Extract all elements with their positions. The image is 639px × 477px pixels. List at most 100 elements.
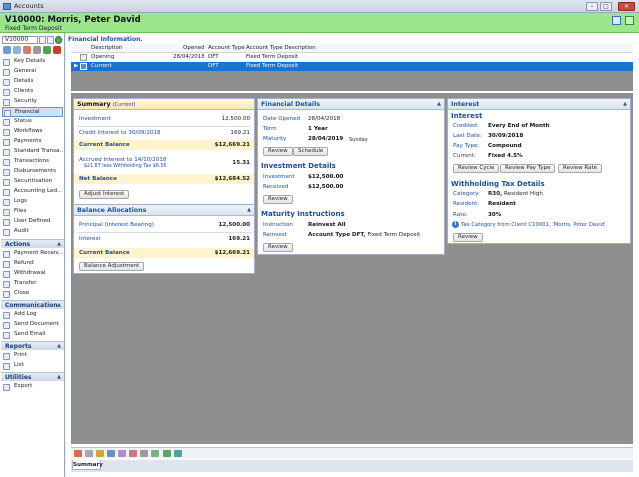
current-rate-label: Current:	[453, 153, 476, 159]
delete-icon[interactable]	[53, 46, 61, 54]
review-pay-type-button[interactable]: Review Pay Type	[500, 164, 556, 173]
col-account-type-desc[interactable]: Account Type Description	[244, 44, 334, 53]
refresh-icon[interactable]	[3, 46, 11, 54]
balance-adjustment-button[interactable]: Balance Adjustment	[79, 262, 145, 271]
nav-item-clients[interactable]: Clients	[2, 87, 63, 97]
col-opened[interactable]: Opened	[181, 44, 204, 53]
review-term-button[interactable]: Review	[263, 147, 293, 156]
financial-heading: Financial Information.	[68, 36, 143, 43]
nav-item-label: User Defined	[14, 218, 51, 224]
nav-item-payments[interactable]: Payments	[2, 137, 63, 147]
account-spin-button[interactable]	[39, 36, 46, 44]
nav-item-export[interactable]: Export	[2, 382, 63, 392]
review-cycle-button[interactable]: Review Cycle	[453, 164, 500, 173]
tab-summary[interactable]: Summary	[72, 460, 103, 470]
bank-icon[interactable]	[163, 450, 171, 457]
export-icon[interactable]	[174, 450, 182, 457]
grid-row-opening[interactable]: Opening 28/04/2018 DFT Fixed Term Deposi…	[71, 53, 633, 62]
principal-value: 12,500.00	[218, 222, 251, 228]
nav-item-label: Send Email	[14, 331, 46, 337]
col-account-type[interactable]: Account Type	[206, 44, 246, 53]
collapse-chevron-icon[interactable]: ▲	[623, 99, 627, 110]
col-description[interactable]: Description	[89, 44, 169, 53]
collapse-chevron-icon[interactable]: ▲	[247, 205, 251, 216]
nav-item-securitisation[interactable]: Securitisation	[2, 177, 63, 187]
nav-item-standard-transa[interactable]: Standard Transa...	[2, 147, 63, 157]
collapse-chevron-icon[interactable]: ▲	[57, 240, 61, 249]
help-icon[interactable]	[612, 16, 621, 25]
nav-item-general[interactable]: General	[2, 67, 63, 77]
grid-empty-area	[71, 71, 633, 91]
grid-row-current[interactable]: ▶ Current DFT Fixed Term Deposit	[71, 62, 633, 71]
collapse-chevron-icon[interactable]: ▲	[57, 301, 61, 310]
nav-item-label: Standard Transa...	[14, 148, 63, 154]
nav-item-payment-receiv[interactable]: Payment Receiv...	[2, 249, 63, 259]
nav-item-financial[interactable]: Financial	[2, 107, 63, 117]
section-utilities[interactable]: Utilities ▲	[1, 372, 64, 381]
section-communication[interactable]: Communication ▲	[1, 300, 64, 309]
collapse-chevron-icon[interactable]: ▲	[437, 99, 441, 110]
pen-icon[interactable]	[33, 46, 41, 54]
review-tax-button[interactable]: Review	[453, 233, 483, 242]
close-button[interactable]: ✕	[618, 2, 635, 11]
search-icon[interactable]	[13, 46, 21, 54]
percent-icon[interactable]	[85, 450, 93, 457]
nav-item-print[interactable]: Print	[2, 351, 63, 361]
nav-item-icon	[3, 250, 10, 258]
percent-alt-icon[interactable]	[140, 450, 148, 457]
nav-item-disbursements[interactable]: Disbursements	[2, 167, 63, 177]
nav-item-key-details[interactable]: Key Details	[2, 57, 63, 67]
nav-item-audit[interactable]: Audit	[2, 227, 63, 237]
nav-item-send-document[interactable]: Send Document	[2, 320, 63, 330]
nav-item-transactions[interactable]: Transactions	[2, 157, 63, 167]
tax-icon[interactable]	[151, 450, 159, 457]
expand-icon[interactable]	[80, 54, 87, 61]
review-rate-button[interactable]: Review Rate	[558, 164, 602, 173]
nav-item-icon	[3, 128, 10, 136]
nav-item-accounting-led[interactable]: Accounting Led...	[2, 187, 63, 197]
nav-item-details[interactable]: Details	[2, 77, 63, 87]
bookmark-icon[interactable]	[625, 16, 634, 25]
nav-item-add-log[interactable]: Add Log	[2, 310, 63, 320]
nav-item-workflows[interactable]: Workflows	[2, 127, 63, 137]
withholding-tax-heading: Withholding Tax Details	[451, 180, 545, 188]
nav-item-refund[interactable]: Refund	[2, 259, 63, 269]
allocation-current-row: Current Balance $12,669.21	[74, 248, 254, 258]
nav-item-logs[interactable]: Logs	[2, 197, 63, 207]
collapse-chevron-icon[interactable]: ▲	[57, 342, 61, 351]
nav-item-list[interactable]: List	[2, 361, 63, 371]
calendar-icon[interactable]	[107, 450, 115, 457]
edit-icon[interactable]	[23, 46, 31, 54]
nav-item-transfer[interactable]: Transfer	[2, 279, 63, 289]
investment-details-heading: Investment Details	[261, 162, 336, 170]
chart-icon[interactable]	[96, 450, 104, 457]
interest-header: Interest ▲	[448, 99, 630, 110]
collapse-icon[interactable]	[80, 63, 87, 70]
nav-item-withdrawal[interactable]: Withdrawal	[2, 269, 63, 279]
nav-item-close[interactable]: Close	[2, 289, 63, 299]
table-icon[interactable]	[118, 450, 126, 457]
section-actions[interactable]: Actions ▲	[1, 239, 64, 248]
account-dropdown-button[interactable]	[47, 36, 54, 44]
balance-allocations-title: Balance Allocations	[77, 207, 147, 214]
nav-item-status[interactable]: Status	[2, 117, 63, 127]
nav-item-user-defined[interactable]: User Defined	[2, 217, 63, 227]
section-reports[interactable]: Reports ▲	[1, 341, 64, 350]
minimize-button[interactable]: –	[586, 2, 598, 11]
home-icon[interactable]	[74, 450, 82, 457]
adjust-interest-button[interactable]: Adjust Interest	[79, 190, 130, 199]
nav-item-files[interactable]: Files	[2, 207, 63, 217]
account-number-input[interactable]: V10000	[2, 36, 38, 44]
schedule-button[interactable]: Schedule	[293, 147, 329, 156]
review-investment-button[interactable]: Review	[263, 195, 293, 204]
go-button[interactable]	[55, 36, 62, 44]
interest-label: Interest	[79, 236, 101, 242]
users-icon[interactable]	[129, 450, 137, 457]
maximize-button[interactable]: □	[600, 2, 612, 11]
nav-item-label: Financial	[15, 109, 40, 115]
nav-item-security[interactable]: Security	[2, 97, 63, 107]
collapse-chevron-icon[interactable]: ▲	[57, 373, 61, 382]
review-maturity-button[interactable]: Review	[263, 243, 293, 252]
nav-item-send-email[interactable]: Send Email	[2, 330, 63, 340]
add-icon[interactable]	[43, 46, 51, 54]
